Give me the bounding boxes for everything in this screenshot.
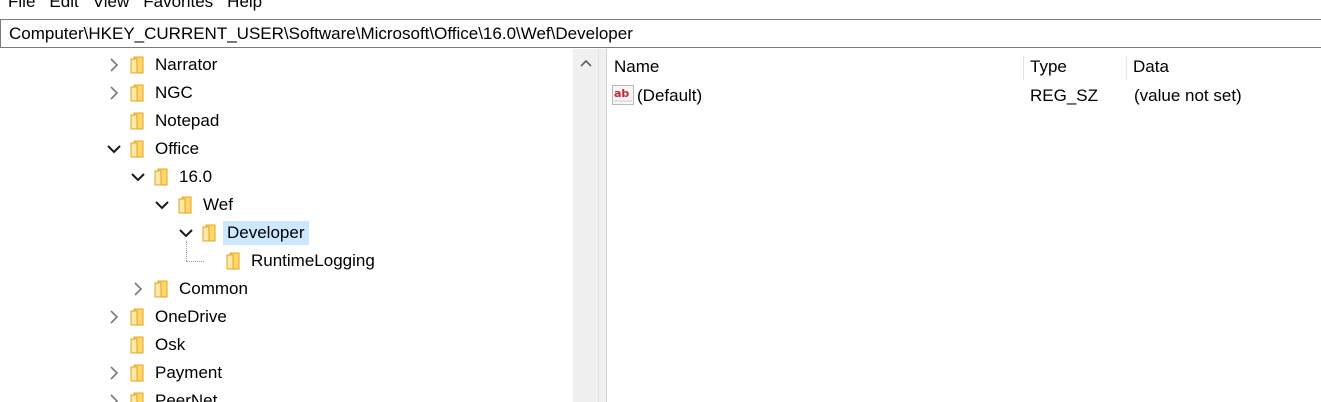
folder-icon [152,168,168,186]
tree-item[interactable]: PeerNet [0,387,573,402]
folder-icon [128,336,144,354]
folder-icon [128,56,144,74]
tree-connector [186,241,187,261]
folder-icon [128,140,144,158]
value-type: REG_SZ [1030,86,1099,105]
chevron-up-icon [579,59,592,67]
tree-scrollbar[interactable] [573,49,598,402]
folder-icon [128,84,144,102]
value-name: (Default) [637,86,703,105]
folder-icon [128,308,144,326]
tree-item[interactable]: RuntimeLogging [0,241,573,275]
tree-item-label[interactable]: Narrator [151,53,221,77]
menu-bar: File Edit View Favorites Help [0,0,1321,12]
list-header: Name Type Data [607,52,1321,82]
tree-item-label[interactable]: Wef [199,193,237,217]
tree-item[interactable]: OneDrive [0,303,573,331]
chevron-down-icon[interactable] [154,197,170,213]
folder-icon [200,224,216,242]
folder-icon [224,252,240,270]
chevron-right-icon[interactable] [130,281,146,297]
tree-item-label[interactable]: Payment [151,361,226,385]
tree-item[interactable]: 16.0 [0,163,573,191]
chevron-right-icon[interactable] [106,57,122,73]
chevron-right-icon[interactable] [106,365,122,381]
menu-help[interactable]: Help [220,0,269,12]
menu-file[interactable]: File [0,0,42,12]
folder-icon [128,392,144,402]
folder-icon [128,364,144,382]
tree-item[interactable]: NGC [0,79,573,107]
chevron-right-icon[interactable] [106,309,122,325]
column-type-header[interactable]: Type [1023,52,1127,82]
address-path[interactable]: Computer\HKEY_CURRENT_USER\Software\Micr… [9,24,633,44]
tree-item-label[interactable]: PeerNet [151,389,221,402]
chevron-down-icon[interactable] [106,141,122,157]
column-name-header[interactable]: Name [607,52,1024,82]
tree-item-label[interactable]: Notepad [151,109,223,133]
tree-item-label[interactable]: Osk [151,333,189,357]
tree-item[interactable]: Narrator [0,51,573,79]
folder-icon [176,196,192,214]
tree-item-label[interactable]: Developer [223,221,309,245]
svg-text:ab: ab [614,87,629,100]
tree-item[interactable]: Osk [0,331,573,359]
column-data-header[interactable]: Data [1126,52,1321,82]
menu-favorites[interactable]: Favorites [136,0,220,12]
tree-item[interactable]: Payment [0,359,573,387]
tree-item-label[interactable]: NGC [151,81,197,105]
tree-item-label[interactable]: Common [175,277,252,301]
scroll-up-button[interactable] [573,49,598,77]
chevron-right-icon[interactable] [106,393,122,402]
folder-icon [128,112,144,130]
chevron-right-icon[interactable] [106,85,122,101]
address-bar[interactable]: Computer\HKEY_CURRENT_USER\Software\Micr… [0,19,1321,48]
tree-item-label[interactable]: 16.0 [175,165,216,189]
value-data: (value not set) [1134,86,1242,105]
folder-icon [152,280,168,298]
menu-edit[interactable]: Edit [42,0,85,12]
tree-item-label[interactable]: RuntimeLogging [247,249,379,273]
menu-view[interactable]: View [86,0,137,12]
tree-item[interactable]: Developer [0,219,573,247]
tree-item-label[interactable]: Office [151,137,203,161]
string-value-icon: ab [612,85,634,105]
tree-item-label[interactable]: OneDrive [151,305,231,329]
tree-item[interactable]: Common [0,275,573,303]
tree-connector [186,261,204,262]
tree-item[interactable]: Notepad [0,107,573,135]
key-tree[interactable]: Narrator NGC Notepad Office 16.0 Wef Developer… [0,49,598,402]
tree-item[interactable]: Office [0,135,573,163]
tree-item[interactable]: Wef [0,191,573,219]
chevron-down-icon[interactable] [130,169,146,185]
value-row[interactable]: ab (Default) REG_SZ (value not set) [607,82,1321,110]
chevron-down-icon[interactable] [178,225,194,241]
values-list[interactable]: Name Type Data ab (Default) REG_SZ (valu… [607,49,1321,402]
pane-splitter[interactable] [598,49,607,402]
